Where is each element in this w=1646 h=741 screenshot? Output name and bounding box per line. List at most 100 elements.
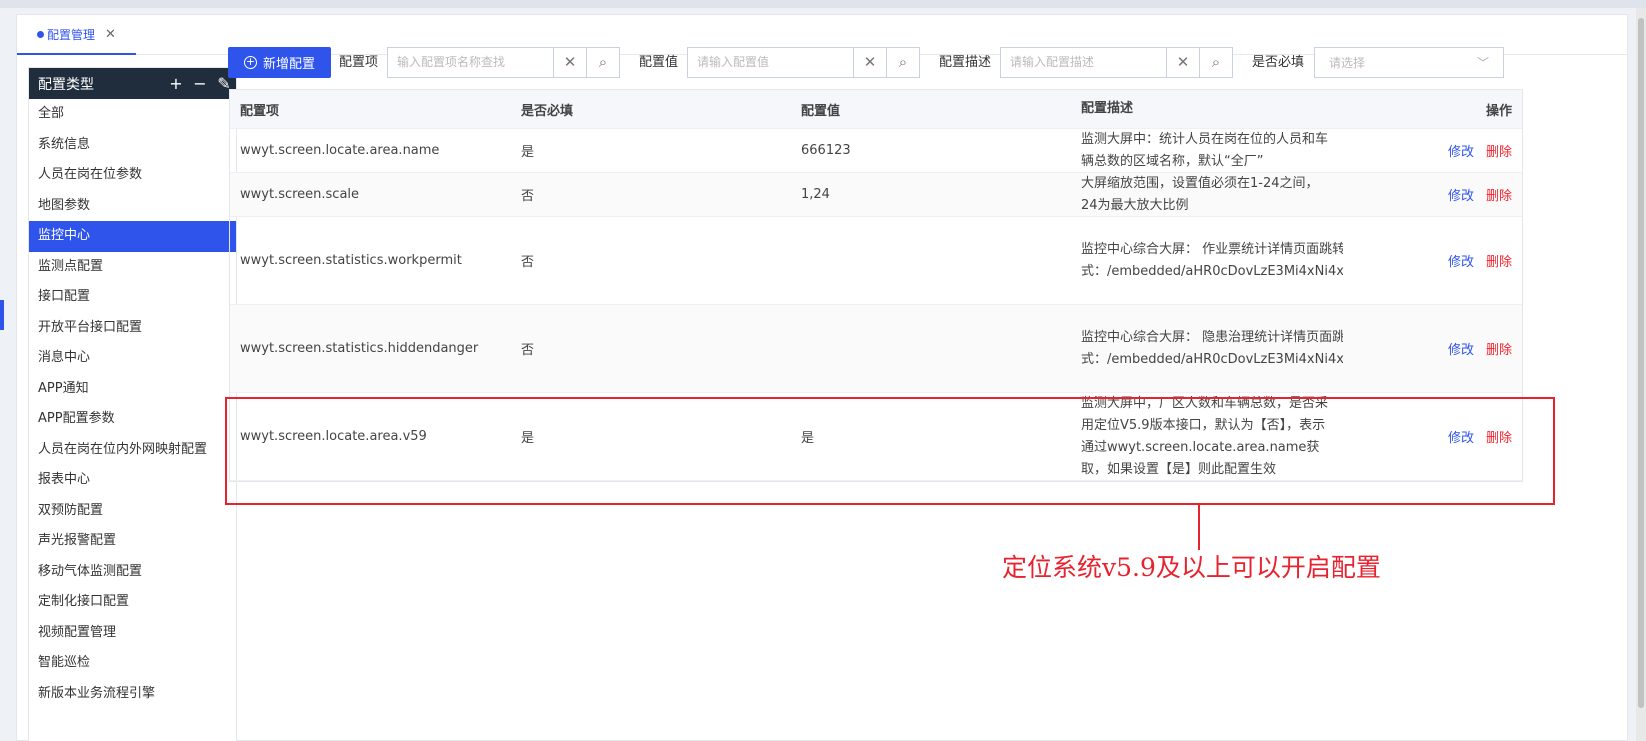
- sidebar-item[interactable]: 智能巡检: [29, 648, 236, 679]
- delete-link[interactable]: 删除: [1486, 251, 1512, 270]
- window-top-strip: [0, 0, 1646, 8]
- sidebar-item[interactable]: 地图参数: [29, 191, 236, 222]
- sidebar-item[interactable]: 新版本业务流程引擎: [29, 679, 236, 710]
- cell-key: wwyt.screen.scale: [240, 187, 360, 202]
- cell-value: [791, 217, 1071, 304]
- edit-link[interactable]: 修改: [1448, 339, 1474, 358]
- sidebar-item[interactable]: 视频配置管理: [29, 618, 236, 649]
- value-search-input[interactable]: 请输入配置值: [688, 48, 853, 77]
- filter-toolbar: + 新增配置 配置项 输入配置项名称查找 ✕ ⌕ 配置值 请输入配置值 ✕ ⌕ …: [228, 47, 1608, 79]
- delete-link[interactable]: 删除: [1486, 185, 1512, 204]
- page-scrollbar[interactable]: [1636, 8, 1646, 741]
- sidebar-item[interactable]: 开放平台接口配置: [29, 313, 236, 344]
- search-icon[interactable]: ⌕: [586, 48, 619, 77]
- sidebar-item[interactable]: 全部: [29, 99, 236, 130]
- left-edge-marker: [0, 300, 4, 330]
- sidebar-item[interactable]: 接口配置: [29, 282, 236, 313]
- config-type-sidebar: 配置类型 + − ✎ 全部 系统信息 人员在岗在位参数 地图参数 监控中心 监测点配置 接口…: [28, 67, 237, 741]
- sidebar-item[interactable]: 人员在岗在位内外网映射配置: [29, 435, 236, 466]
- cell-value: 1,24: [801, 187, 830, 202]
- required-select-value: 请选择: [1329, 56, 1366, 70]
- sidebar-item[interactable]: APP配置参数: [29, 404, 236, 435]
- sidebar-item[interactable]: 监测点配置: [29, 252, 236, 283]
- add-config-button[interactable]: + 新增配置: [228, 47, 331, 78]
- sidebar-title: 配置类型: [38, 76, 94, 93]
- cell-value: 666123: [801, 143, 851, 158]
- annotation-text: 定位系统v5.9及以上可以开启配置: [1002, 553, 1381, 582]
- chevron-down-icon: ﹀: [1476, 56, 1489, 70]
- highlight-box: [225, 397, 1555, 505]
- item-filter-label: 配置项: [339, 55, 379, 70]
- sidebar-header: 配置类型 + − ✎: [29, 68, 236, 99]
- sidebar-item[interactable]: 移动气体监测配置: [29, 557, 236, 588]
- active-dot-icon: [37, 30, 44, 38]
- table-row: wwyt.screen.scale 否 1,24 大屏缩放范围，设置值必须在1-24之…: [230, 173, 1522, 217]
- delete-link[interactable]: 删除: [1486, 339, 1512, 358]
- sidebar-item[interactable]: APP通知: [29, 374, 236, 405]
- value-search-field: 请输入配置值 ✕ ⌕: [687, 47, 920, 78]
- clear-icon[interactable]: ✕: [853, 48, 886, 77]
- cell-desc-text: 监控中心综合大屏： 作业票统计详情页面跳转路径 （相对路径，参考格式：/embe…: [1081, 241, 1343, 279]
- cell-key: wwyt.screen.statistics.workpermit: [240, 253, 462, 268]
- header-required: 是否必填: [521, 103, 574, 119]
- edit-link[interactable]: 修改: [1448, 185, 1474, 204]
- minus-icon[interactable]: −: [188, 74, 212, 93]
- delete-link[interactable]: 删除: [1486, 141, 1512, 160]
- cell-required: 是: [521, 145, 535, 160]
- edit-link[interactable]: 修改: [1448, 251, 1474, 270]
- header-actions: 操作: [1485, 103, 1512, 119]
- cell-desc: 监控中心综合大屏： 隐患治理统计详情页面跳转路径 （相对路径，参考格式：/emb…: [1071, 305, 1343, 392]
- required-select[interactable]: 请选择 ﹀: [1314, 47, 1504, 78]
- sidebar-item[interactable]: 消息中心: [29, 343, 236, 374]
- table-header: 配置项 是否必填 配置值 配置描述 操作: [230, 90, 1522, 129]
- edit-link[interactable]: 修改: [1448, 141, 1474, 160]
- header-value: 配置值: [801, 103, 841, 119]
- callout-line: [1198, 505, 1200, 550]
- clear-icon[interactable]: ✕: [1166, 48, 1199, 77]
- cell-actions: 修改 删除: [1343, 173, 1522, 216]
- cell-desc-text: 大屏缩放范围，设置值必须在1-24之间，24为最大放大比例: [1081, 175, 1319, 213]
- cell-value: [791, 305, 1071, 392]
- value-filter-label: 配置值: [639, 55, 679, 70]
- cell-desc: 大屏缩放范围，设置值必须在1-24之间，24为最大放大比例: [1071, 173, 1343, 216]
- table-row: wwyt.screen.statistics.hiddendanger 否 监控中心…: [230, 305, 1522, 393]
- sidebar-item[interactable]: 监控中心: [29, 221, 236, 252]
- search-icon[interactable]: ⌕: [1199, 48, 1232, 77]
- cell-desc: 监控中心综合大屏： 作业票统计详情页面跳转路径 （相对路径，参考格式：/embe…: [1071, 217, 1343, 304]
- table-row: wwyt.screen.statistics.workpermit 否 监控中心综合…: [230, 217, 1522, 305]
- add-config-label: 新增配置: [262, 57, 315, 72]
- header-key: 配置项: [240, 103, 280, 119]
- cell-desc-text: 监测大屏中：统计人员在岗在位的人员和车辆总数的区域名称，默认“全厂”: [1081, 131, 1329, 169]
- clear-icon[interactable]: ✕: [553, 48, 586, 77]
- sidebar-item[interactable]: 报表中心: [29, 465, 236, 496]
- desc-search-input[interactable]: 请输入配置描述: [1001, 48, 1166, 77]
- cell-desc: 监测大屏中：统计人员在岗在位的人员和车辆总数的区域名称，默认“全厂”: [1071, 129, 1343, 172]
- sidebar-list: 全部 系统信息 人员在岗在位参数 地图参数 监控中心 监测点配置 接口配置 开放平台接口配置消…: [29, 99, 236, 709]
- sidebar-item[interactable]: 定制化接口配置: [29, 587, 236, 618]
- cell-actions: 修改 删除: [1343, 217, 1522, 304]
- cell-required: 否: [521, 255, 535, 270]
- tab-config-management[interactable]: 配置管理 ✕: [17, 15, 136, 55]
- cell-actions: 修改 删除: [1343, 305, 1522, 392]
- item-search-input[interactable]: 输入配置项名称查找: [388, 48, 553, 77]
- item-search-field: 输入配置项名称查找 ✕ ⌕: [387, 47, 620, 78]
- search-icon[interactable]: ⌕: [886, 48, 919, 77]
- add-icon[interactable]: +: [164, 74, 188, 93]
- plus-circle-icon: +: [243, 55, 257, 69]
- cell-key: wwyt.screen.locate.area.name: [240, 143, 440, 158]
- sidebar-item[interactable]: 双预防配置: [29, 496, 236, 527]
- cell-actions: 修改 删除: [1343, 129, 1522, 172]
- sidebar-item[interactable]: 声光报警配置: [29, 526, 236, 557]
- cell-required: 否: [521, 189, 535, 204]
- required-filter-label: 是否必填: [1252, 55, 1305, 70]
- close-icon[interactable]: ✕: [105, 27, 116, 42]
- scrollbar-thumb[interactable]: [1638, 18, 1644, 708]
- cell-key: wwyt.screen.statistics.hiddendanger: [240, 341, 479, 356]
- tab-label: 配置管理: [47, 27, 96, 42]
- sidebar-item[interactable]: 系统信息: [29, 130, 236, 161]
- header-desc: 配置描述: [1081, 101, 1134, 116]
- cell-desc-text: 监控中心综合大屏： 隐患治理统计详情页面跳转路径 （相对路径，参考格式：/emb…: [1081, 329, 1343, 367]
- desc-search-field: 请输入配置描述 ✕ ⌕: [1000, 47, 1233, 78]
- sidebar-item[interactable]: 人员在岗在位参数: [29, 160, 236, 191]
- table-row: wwyt.screen.locate.area.name 是 666123 监测大屏中…: [230, 129, 1522, 173]
